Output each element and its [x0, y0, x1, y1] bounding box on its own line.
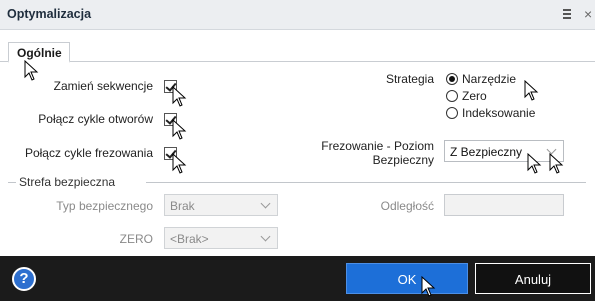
milling-level-label-line1: Frezowanie - Poziom: [321, 139, 434, 153]
safe-zone-divider-left: [8, 182, 16, 183]
join-hole-cycles-label: Połącz cykle otworów: [38, 112, 153, 126]
dropdown-chevron-icon: [260, 198, 271, 209]
close-icon[interactable]: ×: [584, 6, 592, 22]
safe-zone-legend: Strefa bezpieczna: [19, 175, 116, 189]
mouse-cursor-icon: [172, 86, 187, 107]
milling-level-label-line2: Bezpieczny: [372, 153, 434, 167]
strategy-option-indexing[interactable]: Indeksowanie: [462, 106, 535, 120]
strategy-radio-indexing[interactable]: [446, 107, 458, 119]
mouse-cursor-icon: [172, 119, 187, 140]
dropdown-chevron-icon: [260, 231, 271, 242]
mouse-cursor-icon: [172, 153, 187, 174]
title-bar: Optymalizacja ×: [0, 0, 595, 30]
zero-value: <Brak>: [170, 232, 209, 246]
milling-level-select[interactable]: Z Bezpieczny: [444, 140, 564, 162]
strategy-label: Strategia: [385, 72, 434, 86]
mouse-cursor-icon: [549, 153, 564, 174]
window-title: Optymalizacja: [7, 7, 92, 21]
safe-type-value: Brak: [170, 199, 195, 213]
dialog-footer: ? OK Anuluj: [0, 256, 595, 301]
join-milling-cycles-label: Połącz cykle frezowania: [24, 146, 153, 160]
strategy-option-tool[interactable]: Narzędzie: [462, 72, 516, 86]
safe-type-label: Typ bezpiecznego: [56, 199, 153, 213]
cancel-button[interactable]: Anuluj: [475, 263, 591, 294]
zero-select[interactable]: <Brak>: [164, 227, 278, 249]
menu-icon[interactable]: [563, 9, 573, 21]
strategy-radio-tool[interactable]: [446, 73, 458, 85]
safe-type-select[interactable]: Brak: [164, 194, 278, 216]
distance-input[interactable]: [444, 194, 564, 216]
ok-button[interactable]: OK: [346, 263, 468, 294]
tab-strip: [0, 30, 595, 62]
mouse-cursor-icon: [421, 276, 436, 297]
distance-label: Odległość: [380, 199, 434, 213]
milling-level-value: Z Bezpieczny: [450, 145, 523, 159]
mouse-cursor-icon: [527, 153, 542, 174]
strategy-radio-zero[interactable]: [446, 90, 458, 102]
strategy-option-zero[interactable]: Zero: [462, 89, 487, 103]
mouse-cursor-icon: [24, 60, 39, 81]
safe-zone-divider-right: [146, 182, 586, 183]
zero-label: ZERO: [119, 232, 153, 246]
mouse-cursor-icon: [524, 80, 539, 101]
help-icon[interactable]: ?: [12, 267, 36, 291]
